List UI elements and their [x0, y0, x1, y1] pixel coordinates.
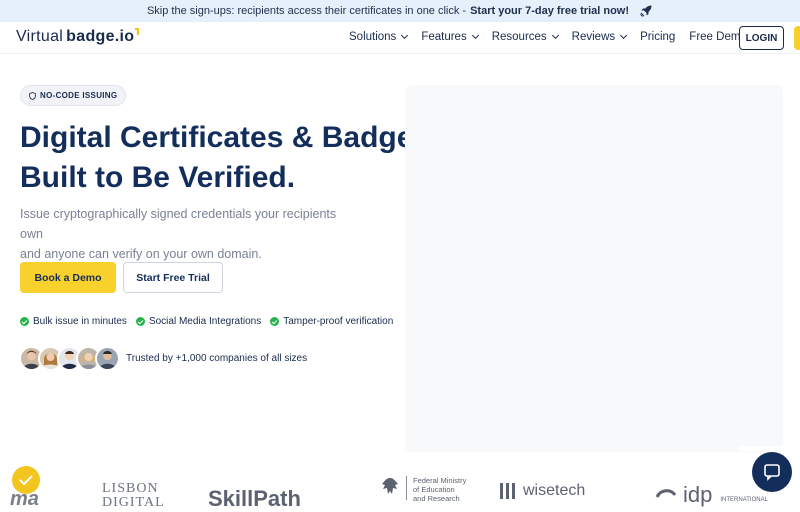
- no-code-badge: NO-CODE ISSUING: [20, 85, 127, 106]
- hero-subtitle: Issue cryptographically signed credentia…: [20, 204, 340, 264]
- avatar: [95, 346, 120, 371]
- hero-title-line-2: Built to Be Verified.: [20, 161, 296, 194]
- client-logo-strip: ma LISBON DIGITAL SkillPath Federal Mini…: [0, 470, 800, 511]
- hero-media: [405, 85, 783, 452]
- logo-tick-icon: [135, 28, 140, 35]
- top-navigation: Virtual badge.io Solutions Features Reso…: [0, 22, 800, 54]
- check-icon: [20, 317, 29, 326]
- logo-text: INTERNATIONAL: [720, 497, 768, 503]
- nav-item-pricing[interactable]: Pricing: [640, 31, 675, 43]
- wisetech-logo: wisetech: [500, 482, 585, 500]
- logo-light-text: Virtual: [16, 28, 64, 45]
- feature-label: Tamper-proof verification: [283, 316, 394, 327]
- trusted-text: Trusted by +1,000 companies of all sizes: [126, 353, 308, 364]
- logo-text: DIGITAL: [102, 495, 165, 510]
- customer-avatars: [19, 346, 120, 371]
- main-menu: Solutions Features Resources Reviews Pri…: [349, 31, 761, 43]
- chat-tab: [738, 446, 800, 451]
- federal-ministry-logo: Federal Ministry of Education and Resear…: [380, 476, 466, 503]
- feature-item: Social Media Integrations: [135, 316, 262, 327]
- check-icon: [270, 317, 280, 326]
- check-icon: [19, 475, 33, 486]
- rating-badge[interactable]: [12, 466, 40, 494]
- logo-text: of Education: [413, 485, 455, 494]
- announcement-text: Skip the sign-ups: recipients access the…: [146, 5, 467, 17]
- shield-icon: [29, 91, 36, 100]
- chevron-down-icon: [401, 31, 409, 40]
- nav-item-features[interactable]: Features: [421, 31, 479, 43]
- announcement-cta[interactable]: Start your 7-day free trial now!: [470, 5, 629, 17]
- feature-label: Social Media Integrations: [148, 316, 262, 327]
- badge-label: NO-CODE ISSUING: [40, 91, 118, 100]
- nav-item-label: Pricing: [640, 31, 676, 43]
- logo-text: LISBON: [102, 481, 159, 496]
- lisbon-digital-logo: LISBON DIGITAL: [102, 482, 165, 510]
- feature-label: Bulk issue in minutes: [33, 316, 127, 327]
- signup-button-partial[interactable]: [794, 26, 800, 50]
- nav-item-label: Reviews: [571, 31, 616, 43]
- logo-text: idp: [683, 482, 713, 507]
- idp-logo: idp INTERNATIONAL: [655, 482, 768, 508]
- eagle-icon: [382, 478, 398, 494]
- hero-title-line-1: Digital Certificates & Badges,: [20, 121, 439, 154]
- nav-item-reviews[interactable]: Reviews: [571, 31, 628, 43]
- hero-subtitle-line-1: Issue cryptographically signed credentia…: [20, 207, 337, 241]
- feature-item: Tamper-proof verification: [270, 316, 393, 327]
- login-button[interactable]: LOGIN: [739, 26, 784, 50]
- hero-subtitle-line-2: and anyone can verify on your own domain…: [20, 247, 262, 261]
- announcement-bar[interactable]: Skip the sign-ups: recipients access the…: [0, 0, 800, 22]
- feature-item: Bulk issue in minutes: [20, 316, 127, 327]
- logo-bold-text: badge.io: [66, 28, 135, 45]
- logo-text: Federal Ministry: [413, 476, 467, 485]
- hero-title: Digital Certificates & Badges, Built to …: [20, 118, 439, 198]
- check-icon: [135, 317, 145, 326]
- logo-text: wisetech: [523, 482, 586, 499]
- chevron-down-icon: [551, 31, 559, 40]
- nav-item-resources[interactable]: Resources: [491, 31, 559, 43]
- book-demo-button[interactable]: Book a Demo: [20, 262, 116, 293]
- idp-mark-icon: [655, 489, 677, 498]
- chevron-down-icon: [471, 31, 479, 40]
- skillpath-logo: SkillPath: [208, 486, 301, 511]
- rocket-icon: [640, 5, 652, 17]
- feature-list: Bulk issue in minutes Social Media Integ…: [20, 316, 402, 327]
- logo-text: and Research: [413, 494, 460, 503]
- chevron-down-icon: [620, 31, 628, 40]
- chat-button[interactable]: [752, 452, 792, 492]
- site-logo[interactable]: Virtual badge.io: [16, 28, 140, 46]
- nav-item-label: Resources: [491, 31, 547, 43]
- nav-item-solutions[interactable]: Solutions: [349, 31, 409, 43]
- chat-icon: [764, 464, 780, 481]
- start-trial-button[interactable]: Start Free Trial: [123, 262, 223, 293]
- nav-item-label: Solutions: [349, 31, 397, 43]
- nav-item-label: Features: [421, 31, 467, 43]
